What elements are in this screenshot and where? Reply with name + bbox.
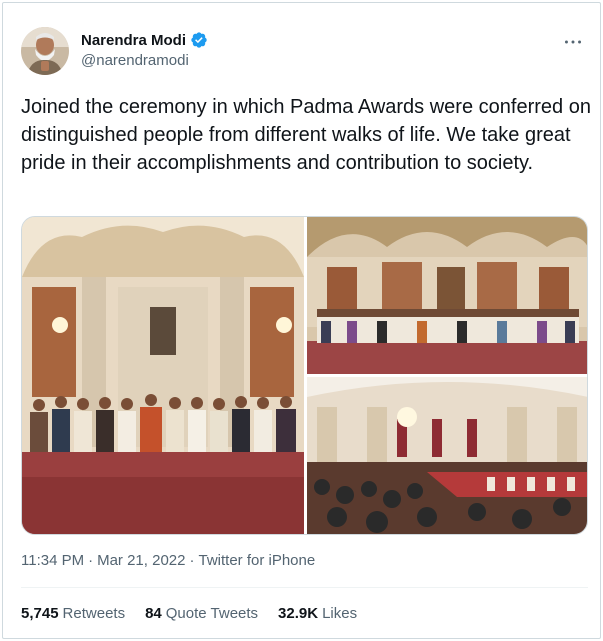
quote-tweets-stat[interactable]: 84 Quote Tweets: [145, 605, 258, 622]
photo-award-recipients-seated[interactable]: [22, 217, 304, 534]
retweets-stat[interactable]: 5,745 Retweets: [21, 605, 125, 622]
more-horizontal-icon[interactable]: [562, 31, 584, 53]
media-grid: [21, 216, 588, 535]
tweet-text: Joined the ceremony in which Padma Award…: [21, 96, 591, 174]
tweet-time[interactable]: 11:34 PM: [21, 552, 84, 569]
tweet-meta: 11:34 PM · Mar 21, 2022 · Twitter for iP…: [21, 552, 315, 569]
quote-tweets-label: Quote Tweets: [165, 605, 259, 622]
retweets-count: 5,745: [21, 605, 59, 622]
quote-tweets-count: 84: [145, 605, 162, 622]
tweet-date[interactable]: Mar 21, 2022: [97, 552, 185, 569]
photo-group-wide[interactable]: [307, 217, 587, 374]
likes-stat[interactable]: 32.9K Likes: [278, 605, 357, 622]
author-info: Narendra Modi @narendramodi: [81, 31, 208, 69]
divider: [21, 587, 588, 588]
retweets-label: Retweets: [62, 605, 126, 622]
avatar[interactable]: [21, 27, 69, 75]
tweet-card: Narendra Modi @narendramodi Joined the c…: [2, 2, 601, 639]
author-handle[interactable]: @narendramodi: [81, 52, 208, 69]
tweet-header: Narendra Modi @narendramodi: [3, 3, 600, 83]
author-name-row[interactable]: Narendra Modi: [81, 31, 208, 49]
likes-label: Likes: [322, 605, 358, 622]
tweet-stats: 5,745 Retweets 84 Quote Tweets 32.9K Likes: [21, 605, 357, 622]
meta-separator-2: ·: [189, 552, 195, 569]
photo-ceremony-hall[interactable]: [307, 377, 587, 534]
author-display-name[interactable]: Narendra Modi: [81, 32, 186, 49]
likes-count: 32.9K: [278, 605, 319, 622]
tweet-source[interactable]: Twitter for iPhone: [198, 552, 315, 569]
verified-badge-icon: [190, 31, 208, 49]
meta-separator-1: ·: [88, 552, 94, 569]
